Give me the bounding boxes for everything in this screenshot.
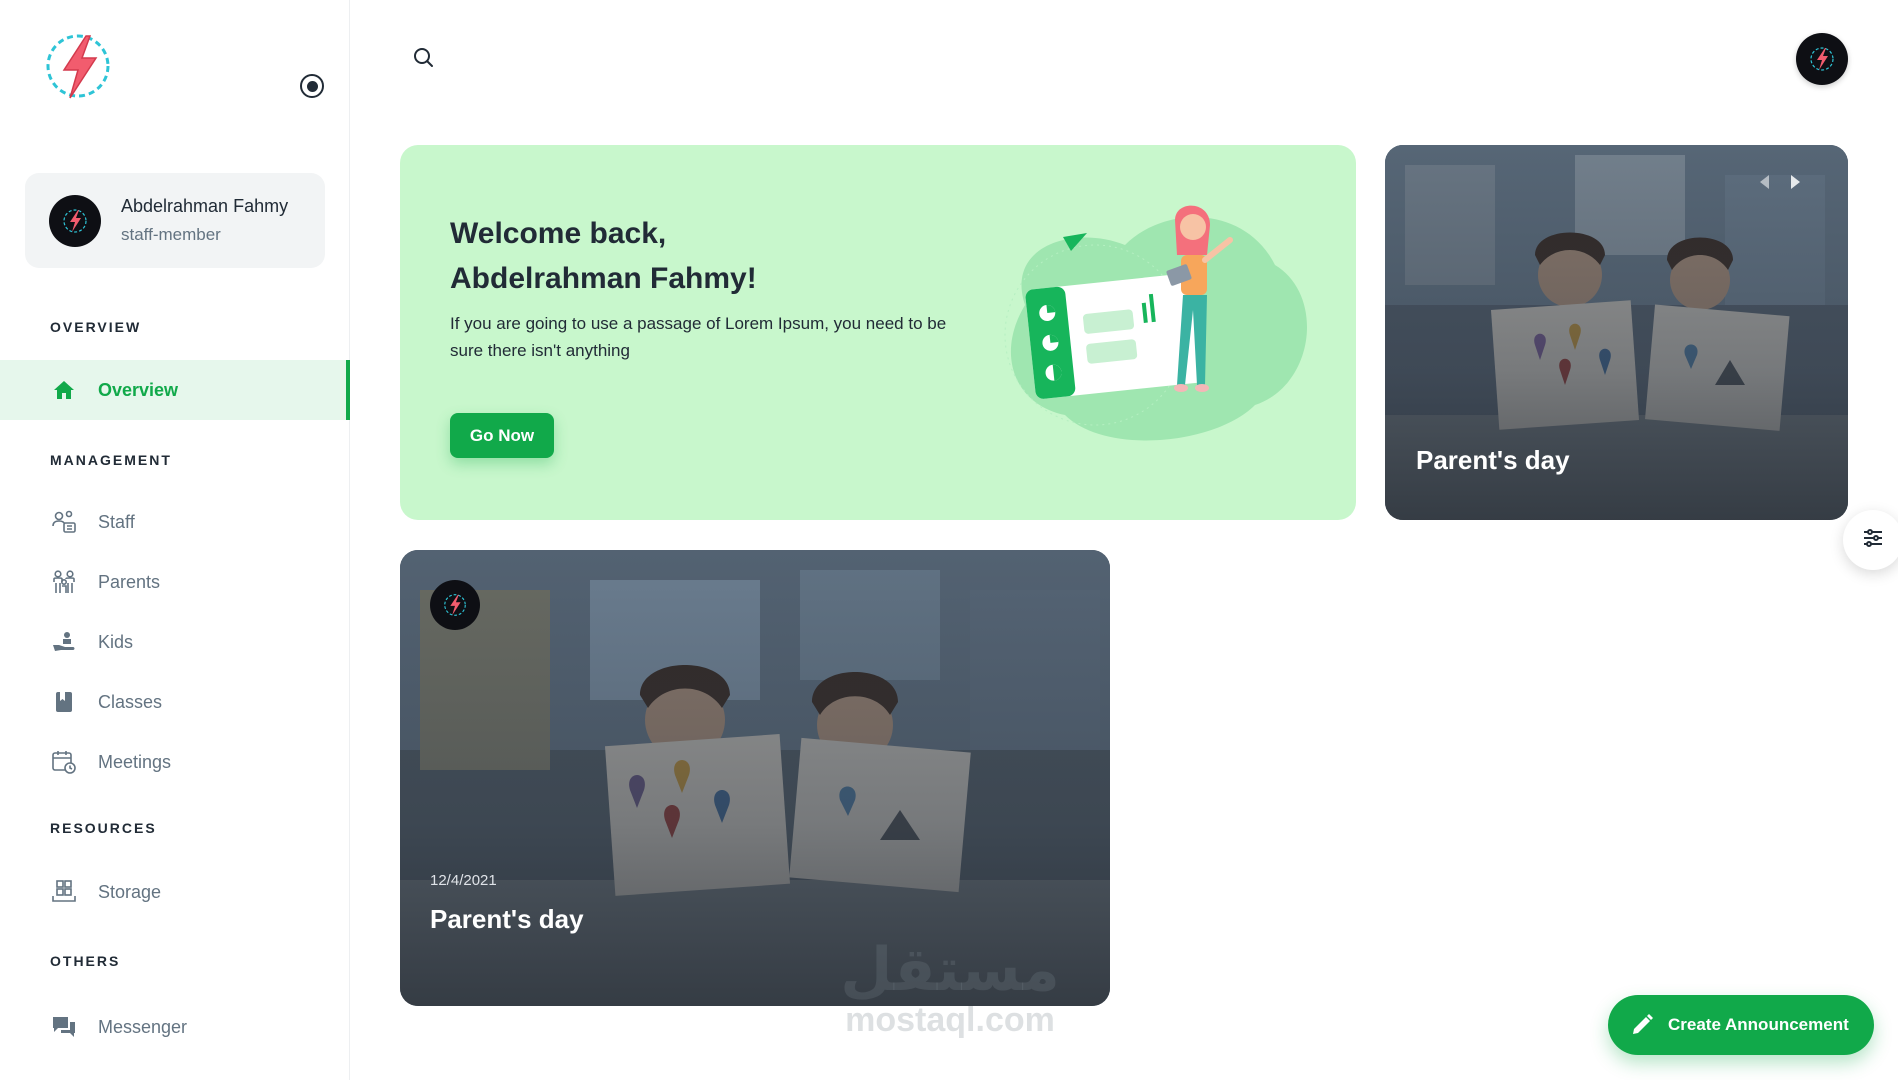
welcome-title-line1: Welcome back, [450, 217, 667, 250]
sidebar-item-staff[interactable]: Staff [0, 492, 350, 552]
welcome-title-line2: Abdelrahman Fahmy! [450, 262, 757, 295]
parents-icon [50, 568, 78, 596]
staff-icon [50, 508, 78, 536]
sidebar-item-classes[interactable]: Classes [0, 672, 350, 732]
chat-icon [50, 1013, 78, 1041]
user-avatar[interactable] [1796, 33, 1848, 85]
settings-drawer-button[interactable] [1843, 510, 1898, 570]
account-name: Abdelrahman Fahmy [121, 196, 289, 216]
carousel-controls [1760, 175, 1800, 189]
home-icon [50, 376, 78, 404]
sidebar-item-label: Storage [98, 881, 162, 902]
pencil-icon [1630, 1013, 1654, 1037]
watermark: مستقل mostaql.com [835, 940, 1065, 1040]
welcome-banner: Welcome back, Abdelrahman Fahmy! If you … [400, 145, 1356, 520]
announcement-title: Parent's day [430, 904, 584, 934]
create-announcement-button[interactable]: Create Announcement [1608, 995, 1874, 1055]
avatar [49, 194, 101, 247]
section-title-overview: OVERVIEW [50, 319, 142, 335]
calendar-clock-icon [50, 748, 78, 776]
sidebar-item-label: Messenger [98, 1016, 188, 1037]
app-root: Abdelrahman Fahmy staff-member OVERVIEW … [0, 0, 1898, 1080]
welcome-title: Welcome back, Abdelrahman Fahmy! [450, 211, 970, 301]
storage-icon [50, 878, 78, 906]
sidebar-item-messenger[interactable]: Messenger [0, 997, 350, 1057]
sidebar-item-label: Staff [98, 511, 135, 532]
sliders-icon [1861, 526, 1885, 555]
author-avatar [430, 580, 480, 630]
sidebar-item-label: Kids [98, 631, 134, 652]
welcome-description: If you are going to use a passage of Lor… [450, 314, 947, 360]
sidebar-item-parents[interactable]: Parents [0, 552, 350, 612]
sidebar-item-label: Overview [98, 379, 179, 400]
sidebar-item-label: Meetings [98, 751, 172, 772]
chevron-left-icon[interactable] [1760, 175, 1769, 189]
featured-event-card[interactable]: Parent's day [1385, 145, 1848, 520]
welcome-illustration [985, 185, 1325, 475]
create-announcement-label: Create Announcement [1668, 1015, 1849, 1034]
watermark-latin: mostaql.com [845, 1001, 1055, 1039]
sidebar-collapse-toggle[interactable] [300, 74, 324, 98]
announcement-date: 12/4/2021 [430, 872, 497, 889]
brand-logo[interactable] [40, 30, 120, 102]
account-card[interactable]: Abdelrahman Fahmy staff-member [25, 173, 325, 268]
sidebar-item-kids[interactable]: Kids [0, 612, 350, 672]
sidebar-item-label: Parents [98, 571, 161, 592]
search-icon[interactable] [410, 44, 438, 72]
toggle-dot-icon [306, 80, 318, 92]
sidebar-item-label: Classes [98, 691, 163, 712]
sidebar-item-overview[interactable]: Overview [0, 360, 350, 420]
watermark-arabic: مستقل [840, 935, 1060, 1005]
go-now-button[interactable]: Go Now [450, 413, 554, 458]
kids-icon [50, 628, 78, 656]
chevron-right-icon[interactable] [1791, 175, 1800, 189]
sidebar-item-meetings[interactable]: Meetings [0, 732, 350, 792]
section-title-resources: RESOURCES [50, 820, 157, 836]
section-title-management: MANAGEMENT [50, 452, 172, 468]
sidebar-item-storage[interactable]: Storage [0, 862, 350, 922]
section-title-others: OTHERS [50, 953, 121, 969]
featured-card-title: Parent's day [1416, 445, 1570, 475]
account-role: staff-member [121, 225, 221, 244]
book-icon [50, 688, 78, 716]
sidebar: Abdelrahman Fahmy staff-member OVERVIEW … [0, 0, 350, 1080]
